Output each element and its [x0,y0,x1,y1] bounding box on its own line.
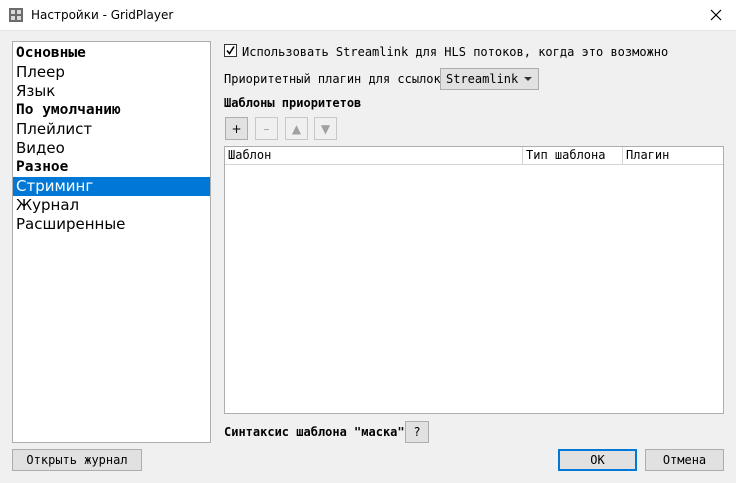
priority-templates-table[interactable]: Шаблон Тип шаблона Плагин [224,146,724,414]
cancel-button[interactable]: Отмена [645,449,724,471]
close-window-button[interactable] [696,0,736,30]
table-header: Шаблон Тип шаблона Плагин [225,147,723,165]
remove-template-button[interactable]: – [255,117,278,140]
question-mark-icon: ? [413,425,421,439]
settings-category-list[interactable]: Основные Плеер Язык По умолчанию Плейлис… [12,41,211,443]
sidebar-item-language[interactable]: Язык [13,82,210,101]
arrow-down-icon: ▼ [320,121,331,136]
priority-plugin-value: Streamlink [446,72,519,86]
gridplayer-app-icon [9,8,23,22]
sidebar-header-general: Основные [16,45,86,61]
column-header-template-type[interactable]: Тип шаблона [523,147,623,164]
sidebar-item-streaming[interactable]: Стриминг [13,177,210,196]
templates-section-title: Шаблоны приоритетов [224,96,362,110]
open-log-button[interactable]: Открыть журнал [12,449,142,471]
title-bar: Настройки - GridPlayer [0,0,736,31]
sidebar-item-video[interactable]: Видео [13,139,210,158]
checkmark-icon [226,46,235,55]
sidebar-item-log[interactable]: Журнал [13,196,210,215]
priority-plugin-label: Приоритетный плагин для ссылок [224,72,441,86]
arrow-up-icon: ▲ [291,121,302,136]
column-header-template[interactable]: Шаблон [225,147,523,164]
mask-syntax-label: Синтаксис шаблона "маска" [224,425,405,439]
plus-icon: + [231,121,242,136]
sidebar-item-advanced[interactable]: Расширенные [13,215,210,234]
use-streamlink-label[interactable]: Использовать Streamlink для HLS потоков,… [242,45,668,59]
minus-icon: – [263,121,270,136]
close-icon [710,9,722,21]
sidebar-item-player[interactable]: Плеер [13,63,210,82]
move-up-button[interactable]: ▲ [285,117,308,140]
ok-button[interactable]: OK [558,449,637,471]
column-header-plugin[interactable]: Плагин [623,147,723,164]
move-down-button[interactable]: ▼ [314,117,337,140]
priority-plugin-select[interactable]: Streamlink [440,68,539,90]
sidebar-header-misc: Разное [16,159,69,175]
dropdown-arrow-icon [524,77,532,81]
window-title: Настройки - GridPlayer [31,8,174,22]
mask-syntax-help-button[interactable]: ? [405,421,429,443]
sidebar-header-defaults: По умолчанию [16,102,121,118]
add-template-button[interactable]: + [225,117,248,140]
sidebar-item-playlist[interactable]: Плейлист [13,120,210,139]
use-streamlink-checkbox[interactable] [224,44,237,57]
